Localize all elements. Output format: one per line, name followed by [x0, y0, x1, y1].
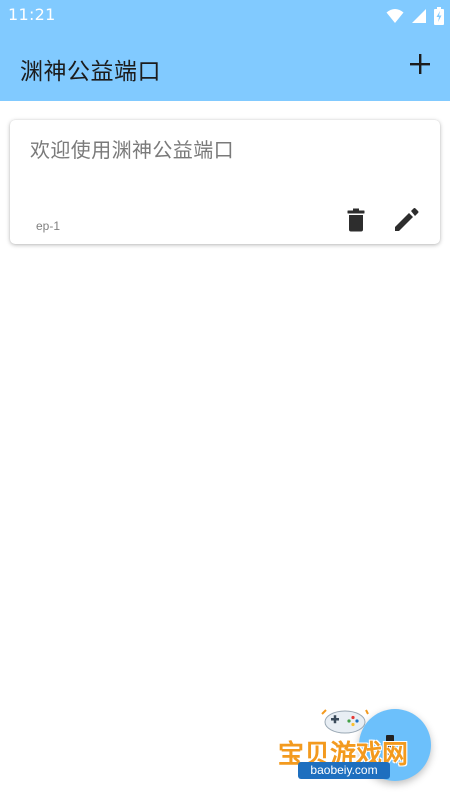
- battery-charging-icon: [434, 7, 444, 25]
- app-bar: 渊神公益端口: [0, 32, 450, 101]
- status-time: 11:21: [8, 5, 56, 24]
- pencil-icon: [395, 208, 419, 231]
- app-screen: 11:21 渊神公益端口 欢迎使用渊神公益端口 ep-1 宝贝游戏网 baobe…: [0, 0, 450, 800]
- floating-action-button[interactable]: [359, 709, 431, 781]
- trash-icon: [347, 208, 365, 232]
- card-id-label: ep-1: [36, 219, 61, 233]
- add-button[interactable]: [406, 50, 434, 78]
- plus-icon: [410, 54, 430, 74]
- fab-icon: [386, 735, 394, 755]
- top-bar-background: 11:21 渊神公益端口: [0, 0, 450, 101]
- app-title: 渊神公益端口: [20, 59, 161, 85]
- wifi-icon: [386, 9, 404, 23]
- card-title: 欢迎使用渊神公益端口: [30, 138, 234, 162]
- status-bar: 11:21: [0, 0, 450, 32]
- status-icons: [386, 6, 444, 26]
- port-card[interactable]: 欢迎使用渊神公益端口 ep-1: [10, 120, 440, 244]
- cellular-signal-icon: [412, 9, 426, 23]
- delete-button[interactable]: [343, 207, 369, 233]
- edit-button[interactable]: [392, 207, 420, 233]
